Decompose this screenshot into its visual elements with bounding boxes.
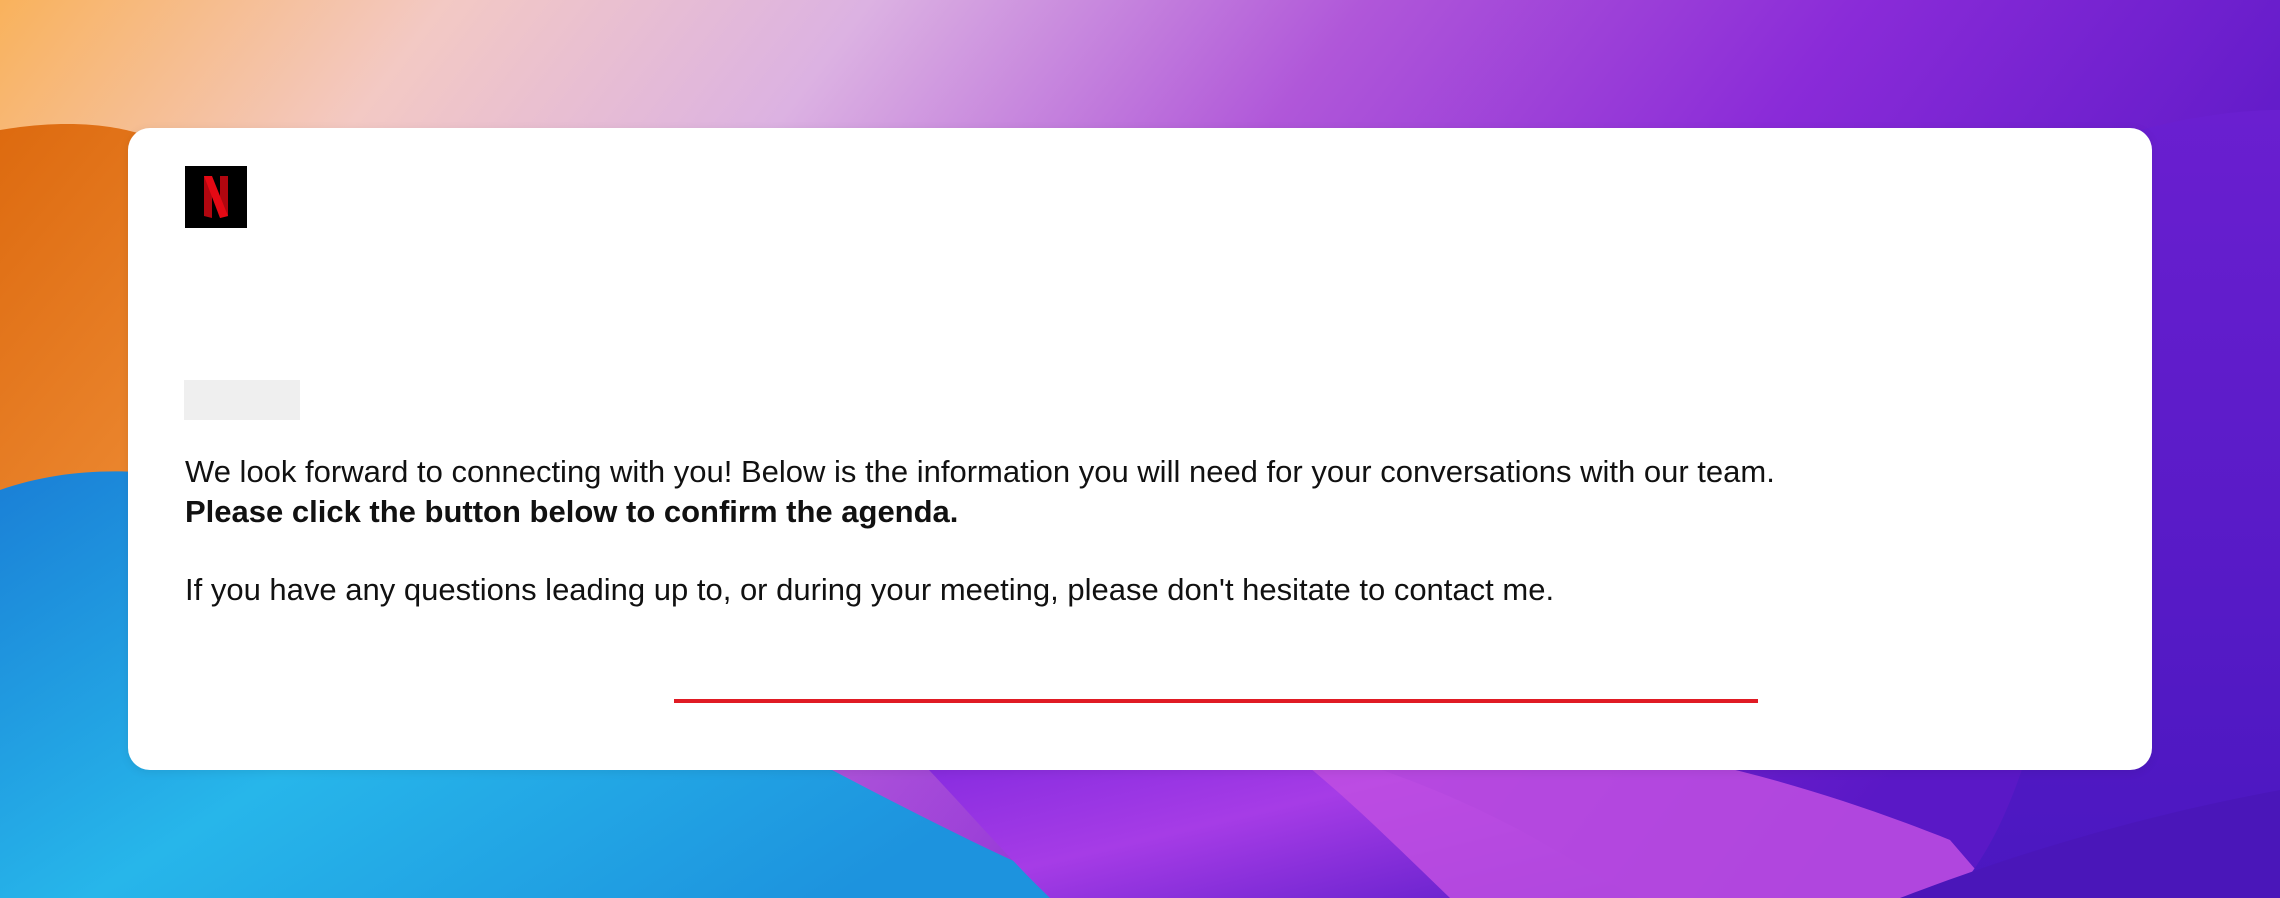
netflix-logo-icon bbox=[185, 166, 247, 228]
email-card: We look forward to connecting with you! … bbox=[128, 128, 2152, 770]
image-placeholder bbox=[184, 380, 300, 420]
email-body: We look forward to connecting with you! … bbox=[185, 452, 2085, 610]
confirm-agenda-link-underline[interactable] bbox=[674, 699, 1758, 703]
intro-text: We look forward to connecting with you! … bbox=[185, 454, 1775, 489]
contact-text: If you have any questions leading up to,… bbox=[185, 572, 1555, 607]
instruction-text: Please click the button below to confirm… bbox=[185, 494, 959, 529]
